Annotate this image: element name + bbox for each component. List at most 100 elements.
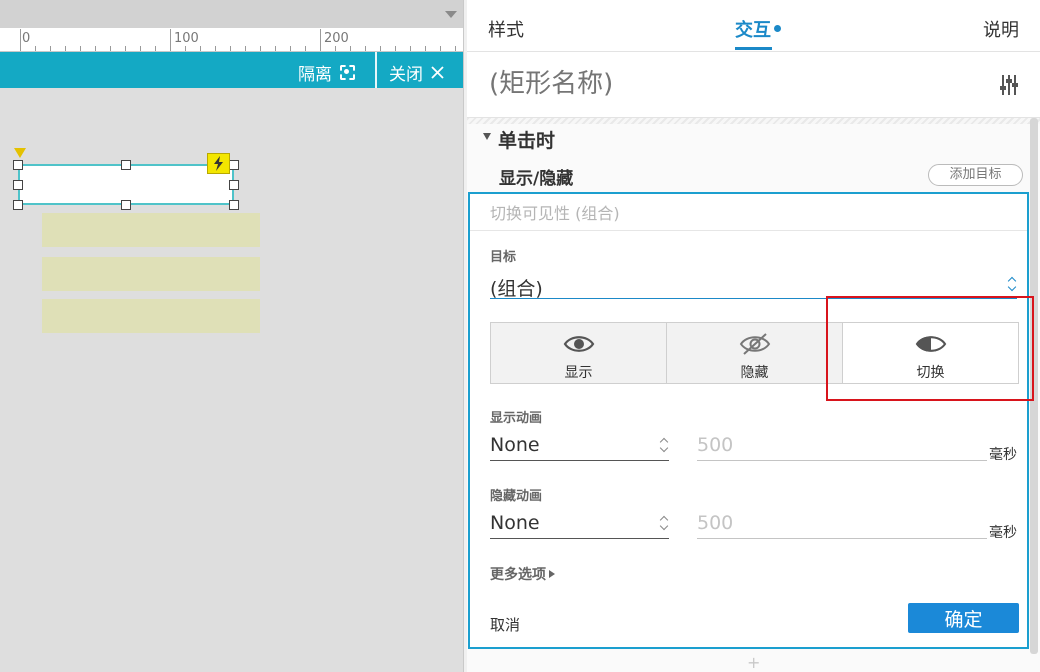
resize-handle-nw[interactable] <box>13 160 23 170</box>
config-divider <box>470 230 1027 231</box>
ruler-tick <box>50 46 51 51</box>
ruler-tick <box>380 46 381 51</box>
ruler-tick <box>170 29 171 51</box>
hidden-item-placeholder[interactable] <box>42 213 260 247</box>
ruler-label-0: 0 <box>22 31 31 46</box>
ruler-tick <box>260 46 261 51</box>
tab-interaction[interactable]: 交互 <box>735 16 781 42</box>
resize-handle-w[interactable] <box>13 180 23 190</box>
more-options-label: 更多选项 <box>490 567 546 583</box>
resize-handle-e[interactable] <box>229 180 239 190</box>
show-anim-value: None <box>490 434 540 456</box>
add-target-button[interactable]: 添加目标 <box>928 164 1023 186</box>
updown-chevron-icon[interactable] <box>659 436 669 454</box>
ruler-tick <box>230 46 231 51</box>
ruler-tick <box>125 46 126 51</box>
show-anim-duration-underline <box>697 460 987 461</box>
show-anim-underline <box>490 460 669 461</box>
ruler-tick <box>245 46 246 51</box>
inspector-panel: 样式 交互 说明 单击时 显示/隐藏 添加目标 切换可见性 (组合) 目标 ( <box>467 0 1040 672</box>
lightning-icon[interactable] <box>207 153 230 174</box>
hidden-item-placeholder[interactable] <box>42 299 260 333</box>
hide-option-label: 隐藏 <box>740 365 769 381</box>
hide-anim-duration-underline <box>697 538 987 539</box>
resize-handle-n[interactable] <box>121 160 131 170</box>
target-select-value: (组合) <box>490 278 543 300</box>
interaction-list: 单击时 显示/隐藏 添加目标 切换可见性 (组合) 目标 (组合) 显示 隐藏 … <box>467 118 1040 672</box>
target-label: 目标 <box>490 250 517 265</box>
show-anim-unit: 毫秒 <box>989 447 1017 463</box>
target-select-underline <box>490 298 1017 299</box>
ruler-tick <box>155 46 156 51</box>
add-interaction-icon[interactable]: + <box>747 653 760 672</box>
hide-anim-underline <box>490 538 669 539</box>
horizontal-ruler: 0 100 200 <box>0 28 463 52</box>
hide-option-button[interactable]: 隐藏 <box>667 323 843 383</box>
ruler-tick <box>455 46 456 51</box>
more-options-link[interactable]: 更多选项 <box>490 564 555 584</box>
updown-chevron-icon[interactable] <box>1007 275 1017 293</box>
isolation-bar: 隔离 关闭 <box>0 52 463 88</box>
visibility-segmented-control: 显示 隐藏 切换 <box>490 322 1019 384</box>
tab-active-underline <box>735 47 772 50</box>
isolation-bar-divider <box>375 52 377 88</box>
ruler-tick <box>110 46 111 51</box>
show-option-label: 显示 <box>564 365 593 381</box>
ruler-tick <box>275 46 276 51</box>
eye-toggle-icon <box>915 336 946 352</box>
ruler-tick <box>65 46 66 51</box>
action-summary: 切换可见性 (组合) <box>490 204 620 223</box>
close-label: 关闭 <box>389 65 423 85</box>
resize-handle-se[interactable] <box>229 200 239 210</box>
ok-button[interactable]: 确定 <box>908 603 1019 633</box>
focus-icon <box>340 65 355 80</box>
updown-chevron-icon[interactable] <box>659 514 669 532</box>
eye-icon <box>563 336 594 352</box>
hide-anim-unit: 毫秒 <box>989 525 1017 541</box>
tab-notes-label: 说明 <box>983 20 1019 41</box>
shape-name-input[interactable] <box>489 69 969 99</box>
ruler-tick <box>200 46 201 51</box>
event-header[interactable]: 单击时 <box>467 118 1027 156</box>
sliders-icon[interactable] <box>999 74 1019 96</box>
ruler-tick <box>440 46 441 51</box>
hide-anim-value: None <box>490 512 540 534</box>
active-dot-icon <box>774 25 781 32</box>
show-option-button[interactable]: 显示 <box>491 323 667 383</box>
hidden-item-placeholder[interactable] <box>42 257 260 291</box>
vertical-scrollbar[interactable] <box>1030 118 1038 654</box>
ruler-tick <box>185 46 186 51</box>
ruler-tick <box>140 46 141 51</box>
resize-handle-ne[interactable] <box>229 160 239 170</box>
ruler-tick <box>215 46 216 51</box>
hide-anim-label: 隐藏动画 <box>490 489 543 504</box>
event-title: 单击时 <box>498 130 556 152</box>
close-isolation-button[interactable]: 关闭 <box>389 60 444 85</box>
ruler-tick <box>290 46 291 51</box>
ruler-tick <box>365 46 366 51</box>
ruler-tick <box>95 46 96 51</box>
collapse-triangle-icon[interactable] <box>483 133 491 140</box>
ruler-tick <box>395 46 396 51</box>
ruler-tick <box>20 29 21 51</box>
toggle-option-button[interactable]: 切换 <box>843 323 1018 383</box>
cancel-button[interactable]: 取消 <box>490 614 520 635</box>
resize-handle-s[interactable] <box>121 200 131 210</box>
canvas-top-strip <box>0 0 463 28</box>
ruler-tick <box>410 46 411 51</box>
inspector-tabs: 样式 交互 说明 <box>467 0 1040 52</box>
tab-notes[interactable]: 说明 <box>983 16 1019 42</box>
chevron-down-icon[interactable] <box>445 11 457 18</box>
show-anim-duration: 500 <box>697 434 734 456</box>
canvas-area: 0 100 200 隔离 关闭 <box>0 0 463 672</box>
caret-right-icon <box>549 570 555 578</box>
resize-handle-sw[interactable] <box>13 200 23 210</box>
ruler-tick <box>350 46 351 51</box>
ruler-label-100: 100 <box>174 31 199 46</box>
isolate-button[interactable]: 隔离 <box>298 60 355 85</box>
close-icon <box>431 66 444 79</box>
tab-style[interactable]: 样式 <box>488 16 524 42</box>
hide-anim-duration: 500 <box>697 512 734 534</box>
selected-rectangle[interactable] <box>18 164 234 205</box>
isolate-label: 隔离 <box>298 65 332 85</box>
